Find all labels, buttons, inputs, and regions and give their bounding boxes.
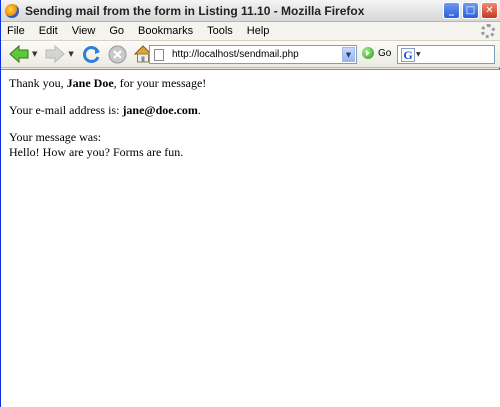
back-icon bbox=[9, 44, 29, 64]
forward-button[interactable]: ▼ bbox=[40, 44, 74, 64]
thank-you-suffix: , for your message! bbox=[113, 76, 207, 90]
message-text: Hello! How are you? Forms are fun. bbox=[9, 145, 184, 159]
address-bar[interactable]: http://localhost/sendmail.php ▼ bbox=[149, 45, 357, 64]
window-title: Sending mail from the form in Listing 11… bbox=[25, 3, 365, 18]
email-prefix: Your e-mail address is: bbox=[9, 103, 123, 117]
navigation-toolbar: ▼ ▼ http://localhost/sendmail.php ▼ Go G… bbox=[1, 40, 500, 68]
thank-you-line: Thank you, Jane Doe, for your message! bbox=[9, 76, 493, 91]
title-bar: Sending mail from the form in Listing 11… bbox=[1, 0, 500, 22]
url-text[interactable]: http://localhost/sendmail.php bbox=[172, 49, 299, 60]
menu-go[interactable]: Go bbox=[101, 25, 130, 37]
search-engine-dropdown-icon[interactable]: ▼ bbox=[416, 51, 421, 58]
throbber-icon bbox=[481, 24, 495, 38]
back-button[interactable]: ▼ bbox=[4, 44, 37, 64]
minimize-button[interactable]: _ bbox=[443, 2, 460, 19]
menu-edit[interactable]: Edit bbox=[31, 25, 64, 37]
menu-tools[interactable]: Tools bbox=[199, 25, 239, 37]
menu-bar: File Edit View Go Bookmarks Tools Help bbox=[1, 22, 500, 40]
go-icon bbox=[362, 47, 374, 59]
thank-you-prefix: Thank you, bbox=[9, 76, 67, 90]
sender-email: jane@doe.com bbox=[122, 103, 198, 117]
back-dropdown-icon[interactable]: ▼ bbox=[32, 50, 37, 58]
menu-bookmarks[interactable]: Bookmarks bbox=[130, 25, 199, 37]
menu-file[interactable]: File bbox=[1, 25, 31, 37]
close-button[interactable]: ✕ bbox=[481, 2, 498, 19]
sender-name: Jane Doe bbox=[66, 76, 114, 90]
menu-help[interactable]: Help bbox=[239, 25, 276, 37]
browser-window: Sending mail from the form in Listing 11… bbox=[0, 0, 500, 407]
page-icon bbox=[154, 48, 164, 61]
go-button[interactable]: Go bbox=[362, 47, 391, 59]
search-bar[interactable]: G ▼ bbox=[397, 45, 495, 64]
stop-icon[interactable] bbox=[108, 45, 127, 64]
google-icon[interactable]: G bbox=[401, 47, 415, 62]
maximize-button[interactable]: □ bbox=[462, 2, 479, 19]
window-controls: _ □ ✕ bbox=[443, 2, 498, 19]
reload-icon[interactable] bbox=[82, 44, 102, 64]
message-block: Your message was: Hello! How are you? For… bbox=[9, 130, 493, 160]
go-label: Go bbox=[378, 47, 392, 59]
menu-view[interactable]: View bbox=[64, 25, 102, 37]
email-line: Your e-mail address is: jane@doe.com. bbox=[9, 103, 493, 118]
url-dropdown-icon[interactable]: ▼ bbox=[342, 47, 355, 62]
email-suffix: . bbox=[197, 103, 201, 117]
message-heading: Your message was: bbox=[9, 130, 102, 144]
forward-dropdown-icon[interactable]: ▼ bbox=[68, 50, 73, 58]
forward-icon bbox=[45, 44, 66, 64]
firefox-icon bbox=[5, 3, 19, 18]
page-content: Thank you, Jane Doe, for your message! Y… bbox=[1, 69, 500, 407]
